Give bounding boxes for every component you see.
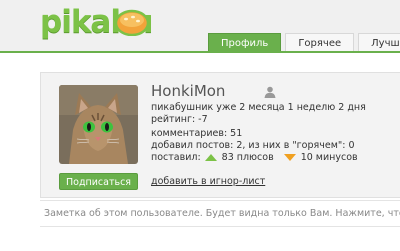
avatar: [59, 85, 138, 164]
user-note-placeholder: Заметка об этом пользователе. Будет видн…: [44, 208, 400, 219]
comments-count: комментариев: 51: [151, 128, 243, 139]
user-note-field[interactable]: Заметка об этом пользователе. Будет видн…: [40, 200, 400, 227]
upvote-arrow-icon: [204, 154, 217, 161]
subscribe-button[interactable]: Подписаться: [59, 173, 138, 190]
membership-duration: пикабушник уже 2 месяца 1 неделю 2 дня: [151, 102, 366, 113]
upvotes-count: 83 плюсов: [221, 152, 274, 163]
cat-avatar-image: [59, 85, 138, 164]
rating: рейтинг: -7: [151, 114, 208, 125]
tab-profile[interactable]: Профиль: [208, 33, 282, 52]
profile-card: HonkiMon пикабушник уже 2 месяца 1 недел…: [40, 72, 400, 198]
nav-tabs: Профиль Горячее Лучш: [208, 33, 400, 52]
tab-best[interactable]: Лучш: [358, 33, 400, 52]
username: HonkiMon: [151, 82, 226, 100]
downvotes-count: 10 минусов: [300, 152, 358, 163]
add-to-ignore-link[interactable]: добавить в игнор-лист: [151, 176, 265, 187]
posts-count: добавил постов: 2, из них в "горячем": 0: [151, 140, 355, 151]
downvote-arrow-icon: [283, 154, 296, 161]
tab-hot[interactable]: Горячее: [285, 33, 355, 52]
user-icon: [264, 86, 276, 98]
votes-summary: поставил: 83 плюсов 10 минусов: [151, 152, 358, 163]
votes-label: поставил:: [151, 152, 201, 163]
logo-bun-icon: [114, 9, 150, 36]
tab-underline: [0, 51, 400, 53]
site-header: pikabu Профиль Горячее Лучш: [0, 0, 400, 53]
